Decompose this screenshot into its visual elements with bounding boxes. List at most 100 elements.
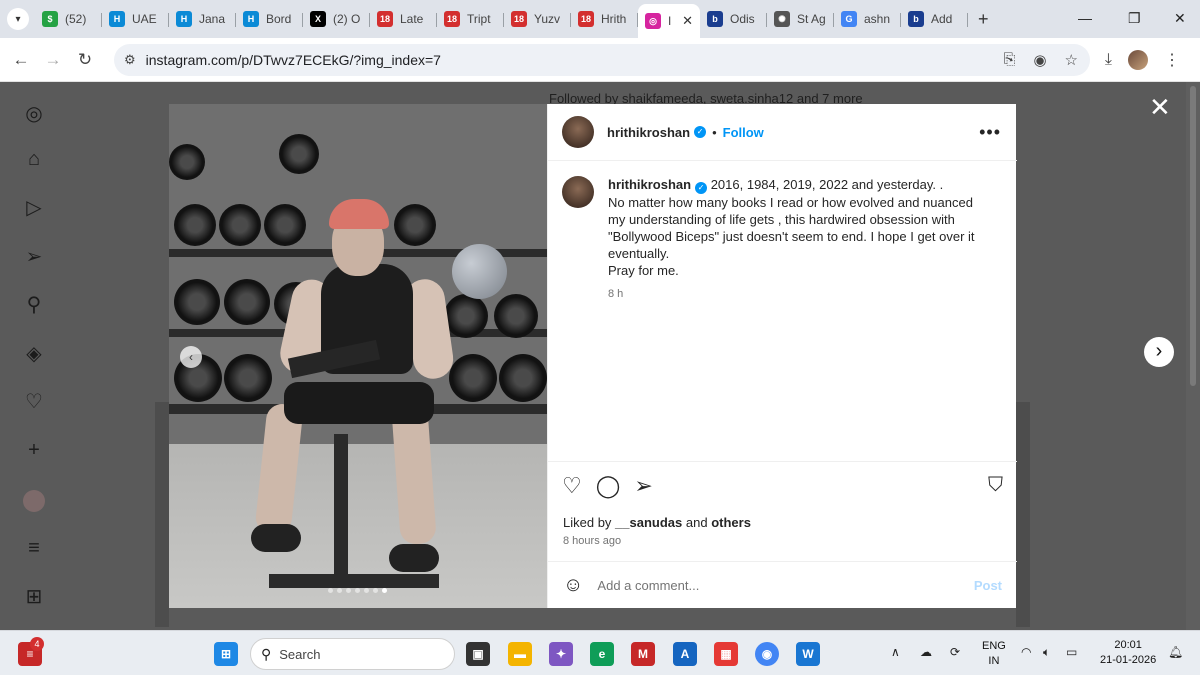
post-header: hrithikroshan ✓ • Follow ••• — [548, 104, 1017, 161]
sync-icon[interactable]: ⟳ — [950, 645, 960, 659]
browser-tab[interactable]: b Odis — [700, 4, 767, 34]
address-bar[interactable]: ⚙ instagram.com/p/DTwvz7ECEkG/?img_index… — [114, 44, 1090, 76]
instagram-sidebar: ◎ ⌂ ▷ ➢ ⚲ ◈ ♡ + ≡ ⊞ — [0, 82, 68, 630]
post-actions: ♡ ◯ ➢ ⛉ Liked by __sanudas and others 8 … — [548, 461, 1017, 611]
comment-input[interactable] — [597, 578, 938, 593]
browser-tab[interactable]: 18 Yuzv — [504, 4, 571, 34]
tab-favicon-icon: $ — [42, 11, 58, 27]
task-view-icon[interactable]: ▣ — [466, 642, 490, 666]
comment-icon[interactable]: ◯ — [596, 474, 621, 498]
tab-favicon-icon: ◎ — [645, 13, 661, 29]
caption-line: Pray for me. — [608, 263, 679, 278]
caption-username[interactable]: hrithikroshan — [608, 177, 691, 192]
caption-timestamp[interactable]: 8 h — [608, 286, 988, 303]
caption-avatar[interactable] — [562, 176, 594, 208]
liked-others-link[interactable]: others — [711, 515, 751, 530]
tab-label: Tript — [467, 12, 491, 26]
site-settings-icon[interactable]: ⚙ — [124, 52, 136, 68]
author-avatar[interactable] — [562, 116, 594, 148]
tab-favicon-icon: ✺ — [774, 11, 790, 27]
edge-icon[interactable]: e — [590, 642, 614, 666]
windows-start-icon[interactable]: ⊞ — [214, 642, 238, 666]
maximize-button[interactable]: ❐ — [1128, 10, 1141, 27]
battery-icon[interactable]: ▭ — [1066, 645, 1077, 659]
browser-tab[interactable]: Gashn — [834, 4, 901, 34]
new-tab-button[interactable]: + — [978, 9, 989, 30]
browser-tab[interactable]: 18 Hrith — [571, 4, 638, 34]
more-options-icon[interactable]: ••• — [979, 122, 1001, 143]
save-bookmark-icon[interactable]: ⛉ — [988, 474, 1003, 497]
tab-favicon-icon: 18 — [511, 11, 527, 27]
share-icon[interactable]: ➢ — [634, 474, 652, 498]
like-heart-icon[interactable]: ♡ — [562, 474, 582, 498]
tray-overflow-icon[interactable]: ∧ — [891, 645, 900, 659]
author-username[interactable]: hrithikroshan — [607, 125, 690, 140]
profile-avatar[interactable] — [23, 490, 45, 512]
tab-search-button[interactable]: ▾ — [7, 8, 29, 30]
browser-tab[interactable]: ◎ I ✕ — [638, 4, 700, 38]
chrome-menu-icon[interactable]: ⋮ — [1164, 50, 1180, 70]
liked-user-link[interactable]: __sanudas — [615, 515, 682, 530]
copilot-icon[interactable]: ✦ — [549, 642, 573, 666]
browser-tab[interactable]: X (2) O — [303, 4, 370, 34]
chrome-icon[interactable]: ◉ — [755, 642, 779, 666]
forward-button[interactable]: → — [37, 50, 69, 70]
wifi-icon[interactable]: ◠ — [1021, 645, 1031, 659]
close-modal-icon[interactable]: ✕ — [1149, 94, 1171, 120]
download-icon[interactable]: ⤓ — [1105, 51, 1112, 69]
instagram-logo-icon[interactable]: ◎ — [22, 102, 46, 126]
minimize-button[interactable]: — — [1078, 10, 1092, 26]
browser-tab[interactable]: 18 Late — [370, 4, 437, 34]
browser-tab[interactable]: 18 Tript — [437, 4, 504, 34]
browser-tab[interactable]: H Bord — [236, 4, 303, 34]
close-window-button[interactable]: ✕ — [1174, 10, 1186, 27]
tab-favicon-icon: b — [707, 11, 723, 27]
browser-tab[interactable]: H UAE — [102, 4, 169, 34]
home-icon[interactable]: ⌂ — [22, 147, 46, 171]
search-icon[interactable]: ⚲ — [22, 293, 46, 317]
browser-tab[interactable]: H Jana — [169, 4, 236, 34]
create-icon[interactable]: + — [22, 438, 46, 462]
tab-favicon-icon: H — [176, 11, 192, 27]
back-button[interactable]: ← — [5, 50, 37, 70]
comment-row: ☺ Post — [548, 561, 1017, 609]
next-post-button[interactable]: › — [1144, 337, 1174, 367]
file-explorer-icon[interactable]: ▬ — [508, 642, 532, 666]
browser-tab[interactable]: $ (52) — [35, 4, 102, 34]
tab-label: Add — [931, 12, 953, 26]
word-icon[interactable]: W — [796, 642, 820, 666]
mcafee-icon[interactable]: M — [631, 642, 655, 666]
explore-icon[interactable]: ◈ — [22, 342, 46, 366]
bookmark-star-icon[interactable]: ☆ — [1065, 51, 1078, 69]
reels-icon[interactable]: ▷ — [22, 196, 46, 220]
browser-tab[interactable]: b Add — [901, 4, 968, 34]
taskbar-search[interactable]: ⚲ Search — [250, 638, 455, 670]
emoji-icon[interactable]: ☺ — [563, 574, 583, 597]
system-clock[interactable]: 20:01 21-01-2026 — [1100, 638, 1156, 668]
reload-button[interactable]: ↻ — [69, 50, 101, 70]
tracking-eye-icon[interactable]: ◉ — [1033, 51, 1046, 69]
tab-label: (52) — [65, 12, 87, 26]
install-app-icon[interactable]: ⎘ — [1003, 51, 1015, 69]
previous-image-button[interactable]: ‹ — [180, 346, 202, 368]
messages-icon[interactable]: ➢ — [22, 245, 46, 269]
tab-label: Yuzv — [534, 12, 561, 26]
tab-label: (2) O — [333, 12, 361, 26]
profile-avatar[interactable] — [1128, 50, 1148, 70]
post-photo[interactable]: ‹ — [169, 104, 547, 608]
post-comment-button[interactable]: Post — [974, 578, 1002, 593]
notifications-heart-icon[interactable]: ♡ — [22, 390, 46, 414]
also-from-meta-icon[interactable]: ⊞ — [22, 585, 46, 609]
app-icon[interactable]: A — [673, 642, 697, 666]
notification-badge: 4 — [30, 637, 44, 651]
browser-tab[interactable]: ✺ St Ag — [767, 4, 834, 34]
volume-icon[interactable]: 🔈︎ — [1043, 645, 1050, 660]
onedrive-icon[interactable]: ☁ — [920, 645, 932, 659]
store-icon[interactable]: ▦ — [714, 642, 738, 666]
language-indicator[interactable]: ENG IN — [982, 639, 1006, 669]
notification-center-icon[interactable]: 🔔︎ — [1168, 645, 1183, 659]
more-menu-icon[interactable]: ≡ — [22, 536, 46, 560]
follow-button[interactable]: Follow — [723, 125, 764, 140]
page-scrollbar[interactable] — [1186, 82, 1200, 630]
close-tab-icon[interactable]: ✕ — [682, 13, 693, 29]
